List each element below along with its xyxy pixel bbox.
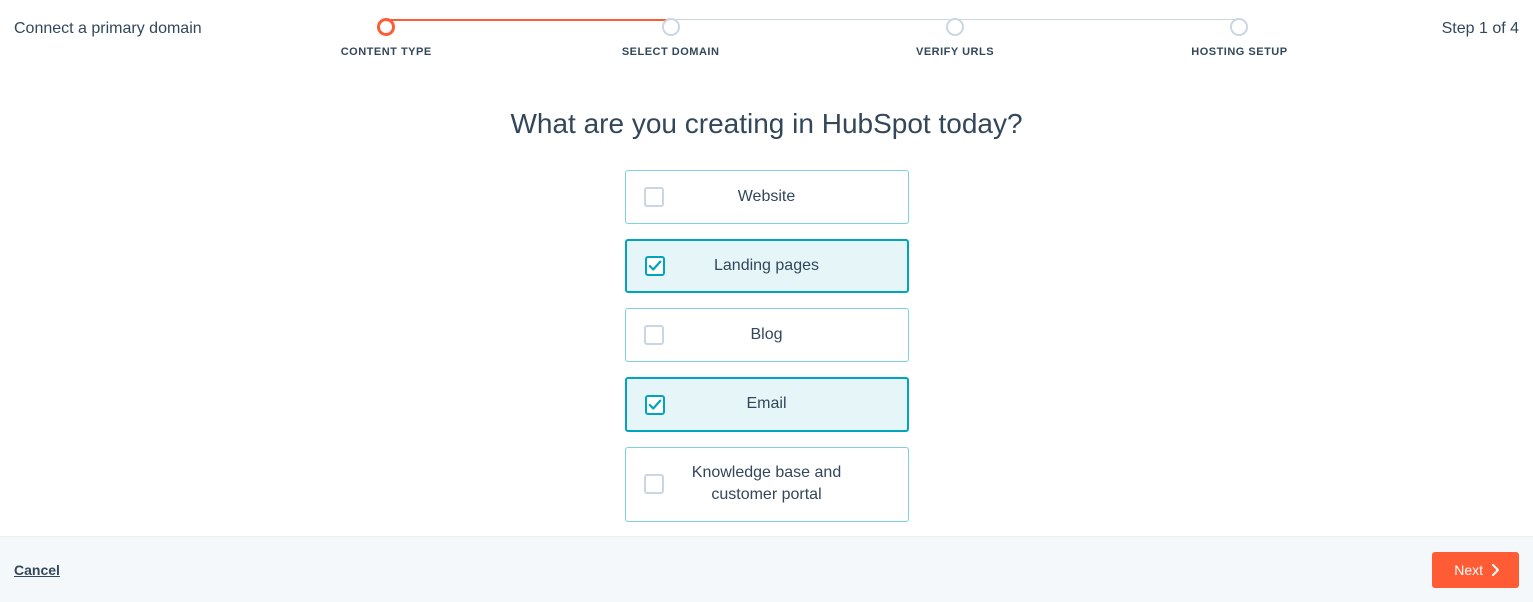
page-title: Connect a primary domain bbox=[14, 10, 214, 38]
option-label-email: Email bbox=[665, 393, 889, 415]
step-circle-content-type bbox=[377, 18, 395, 36]
step-indicator: Step 1 of 4 bbox=[1442, 10, 1519, 38]
step-circle-verify-urls bbox=[946, 18, 964, 36]
step-content-type[interactable]: CONTENT TYPE bbox=[244, 18, 528, 58]
header-row: Connect a primary domain CONTENT TYPE SE… bbox=[0, 0, 1533, 58]
next-button[interactable]: Next bbox=[1432, 552, 1519, 588]
checkbox-landing-pages[interactable] bbox=[645, 256, 665, 276]
main-heading: What are you creating in HubSpot today? bbox=[0, 108, 1533, 140]
checkbox-blog[interactable] bbox=[644, 325, 664, 345]
stepper: CONTENT TYPE SELECT DOMAIN VERIFY URLS H… bbox=[244, 10, 1382, 58]
option-landing-pages[interactable]: Landing pages bbox=[625, 239, 909, 293]
stepper-track: CONTENT TYPE SELECT DOMAIN VERIFY URLS H… bbox=[244, 18, 1382, 58]
step-verify-urls[interactable]: VERIFY URLS bbox=[813, 18, 1097, 58]
checkbox-website[interactable] bbox=[644, 187, 664, 207]
cancel-button[interactable]: Cancel bbox=[14, 562, 60, 578]
check-icon bbox=[648, 259, 662, 273]
options-list: Website Landing pages Blog Email Knowled bbox=[0, 170, 1533, 522]
option-label-blog: Blog bbox=[664, 324, 890, 346]
footer-bar: Cancel Next bbox=[0, 536, 1533, 602]
option-label-knowledge-base: Knowledge base and customer portal bbox=[664, 462, 890, 507]
step-circle-hosting-setup bbox=[1230, 18, 1248, 36]
check-icon bbox=[648, 398, 662, 412]
main-content: What are you creating in HubSpot today? … bbox=[0, 58, 1533, 522]
step-label-verify-urls: VERIFY URLS bbox=[916, 46, 994, 58]
checkbox-email[interactable] bbox=[645, 395, 665, 415]
checkbox-knowledge-base[interactable] bbox=[644, 474, 664, 494]
step-label-content-type: CONTENT TYPE bbox=[341, 46, 432, 58]
step-hosting-setup[interactable]: HOSTING SETUP bbox=[1097, 18, 1381, 58]
option-knowledge-base[interactable]: Knowledge base and customer portal bbox=[625, 447, 909, 522]
step-circle-select-domain bbox=[662, 18, 680, 36]
option-blog[interactable]: Blog bbox=[625, 308, 909, 362]
option-website[interactable]: Website bbox=[625, 170, 909, 224]
chevron-right-icon bbox=[1491, 564, 1501, 576]
step-label-hosting-setup: HOSTING SETUP bbox=[1191, 46, 1287, 58]
next-button-label: Next bbox=[1454, 562, 1483, 578]
step-select-domain[interactable]: SELECT DOMAIN bbox=[528, 18, 812, 58]
option-label-landing-pages: Landing pages bbox=[665, 255, 889, 277]
option-email[interactable]: Email bbox=[625, 377, 909, 431]
option-label-website: Website bbox=[664, 186, 890, 208]
step-label-select-domain: SELECT DOMAIN bbox=[622, 46, 720, 58]
